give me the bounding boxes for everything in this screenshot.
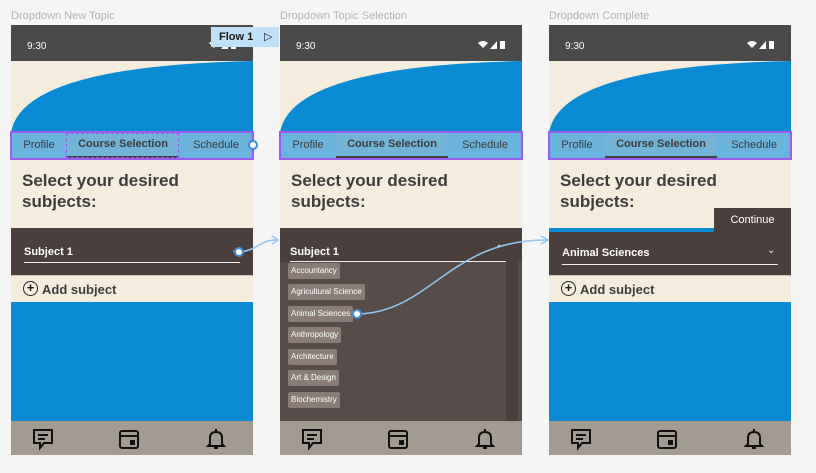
status-bar: 9:30: [549, 25, 791, 61]
dropdown-underline: [562, 264, 778, 265]
tab-bar: Profile Course Selection Schedule: [11, 132, 253, 158]
tab-schedule[interactable]: Schedule: [448, 132, 522, 158]
comment-icon[interactable]: [300, 427, 324, 451]
tab-profile[interactable]: Profile: [549, 132, 605, 158]
signal-icon: [759, 41, 766, 49]
signal-icon: [490, 41, 497, 49]
tab-course-selection[interactable]: Course Selection: [605, 132, 717, 158]
phone-frame-dropdown-new-topic: 9:30 Profile Course Selection Schedule S…: [11, 25, 253, 455]
bottom-nav: [549, 421, 791, 455]
status-bar: 9:30: [280, 25, 522, 61]
subject-dropdown[interactable]: Subject 1 ⌄: [11, 228, 253, 275]
wifi-icon: [747, 41, 757, 48]
add-circle-icon: +: [23, 281, 38, 296]
page-title: Select your desired subjects:: [22, 171, 179, 211]
tab-profile[interactable]: Profile: [280, 132, 336, 158]
frame-label: Dropdown New Topic: [11, 10, 115, 22]
calendar-icon[interactable]: [117, 427, 141, 451]
hero-banner: [280, 61, 522, 133]
subject-dropdown[interactable]: Animal Sciences ⌄: [549, 232, 791, 275]
hero-banner: [549, 61, 791, 133]
frame-label: Dropdown Topic Selection: [280, 10, 407, 22]
system-icons: [478, 40, 506, 52]
bell-icon[interactable]: [742, 427, 766, 451]
subject-label: Animal Sciences: [562, 247, 650, 259]
selection-card: Select your desired subjects:: [280, 158, 522, 228]
flow-badge[interactable]: Flow 1 ▷: [211, 27, 279, 47]
battery-icon: [769, 41, 774, 49]
add-circle-icon: +: [561, 281, 576, 296]
dropdown-underline: [24, 262, 240, 263]
bell-icon[interactable]: [204, 427, 228, 451]
play-icon[interactable]: ▷: [264, 30, 272, 43]
add-subject-button[interactable]: + Add subject: [549, 275, 791, 302]
dropdown-scrollbar[interactable]: [506, 262, 518, 421]
comment-icon[interactable]: [31, 427, 55, 451]
page-title: Select your desired subjects:: [291, 171, 448, 211]
wifi-icon: [478, 41, 488, 48]
chevron-down-icon[interactable]: ⌄: [767, 245, 775, 256]
calendar-icon[interactable]: [655, 427, 679, 451]
option-item[interactable]: Art & Design: [288, 370, 339, 386]
option-item[interactable]: Accountancy: [288, 263, 340, 279]
selection-card: Select your desired subjects:: [11, 158, 253, 228]
tab-course-selection[interactable]: Course Selection: [67, 132, 179, 158]
option-item[interactable]: Agricultural Science: [288, 284, 365, 300]
status-time: 9:30: [565, 41, 585, 52]
system-icons: [747, 40, 775, 52]
flow-label: Flow 1: [219, 31, 254, 43]
tab-bar: Profile Course Selection Schedule: [549, 132, 791, 158]
add-subject-label: Add subject: [42, 282, 117, 297]
add-subject-button[interactable]: + Add subject: [11, 275, 253, 302]
flow-connection-handle[interactable]: [234, 247, 244, 257]
phone-frame-dropdown-topic-selection: 9:30 Profile Course Selection Schedule S…: [280, 25, 522, 455]
phone-frame-dropdown-complete: 9:30 Profile Course Selection Schedule S…: [549, 25, 791, 455]
status-time: 9:30: [296, 41, 316, 52]
bottom-nav: [280, 421, 522, 455]
bottom-nav: [11, 421, 253, 455]
chevron-up-icon[interactable]: ⌃: [495, 244, 503, 255]
comment-icon[interactable]: [569, 427, 593, 451]
bell-icon[interactable]: [473, 427, 497, 451]
status-time: 9:30: [27, 41, 47, 52]
tab-bar: Profile Course Selection Schedule: [280, 132, 522, 158]
tab-course-selection[interactable]: Course Selection: [336, 132, 448, 158]
tab-schedule[interactable]: Schedule: [179, 132, 253, 158]
flow-connection-handle[interactable]: [352, 309, 362, 319]
tab-schedule[interactable]: Schedule: [717, 132, 791, 158]
hero-banner: [11, 61, 253, 133]
tab-profile[interactable]: Profile: [11, 132, 67, 158]
option-item[interactable]: Anthropology: [288, 327, 342, 343]
subject-dropdown-open[interactable]: Subject 1 ⌃: [280, 228, 522, 262]
subject-label: Subject 1: [290, 246, 339, 258]
calendar-icon[interactable]: [386, 427, 410, 451]
page-title: Select your desired subjects:: [560, 171, 717, 211]
continue-button[interactable]: Continue: [714, 208, 791, 232]
option-item[interactable]: Architecture: [288, 349, 337, 365]
flow-start-handle[interactable]: [248, 140, 258, 150]
battery-icon: [500, 41, 505, 49]
add-subject-label: Add subject: [580, 282, 655, 297]
subject-label: Subject 1: [24, 246, 73, 258]
option-item[interactable]: Biochemistry: [288, 392, 340, 408]
frame-label: Dropdown Complete: [549, 10, 650, 22]
option-item-selected[interactable]: Animal Sciences: [288, 306, 354, 322]
